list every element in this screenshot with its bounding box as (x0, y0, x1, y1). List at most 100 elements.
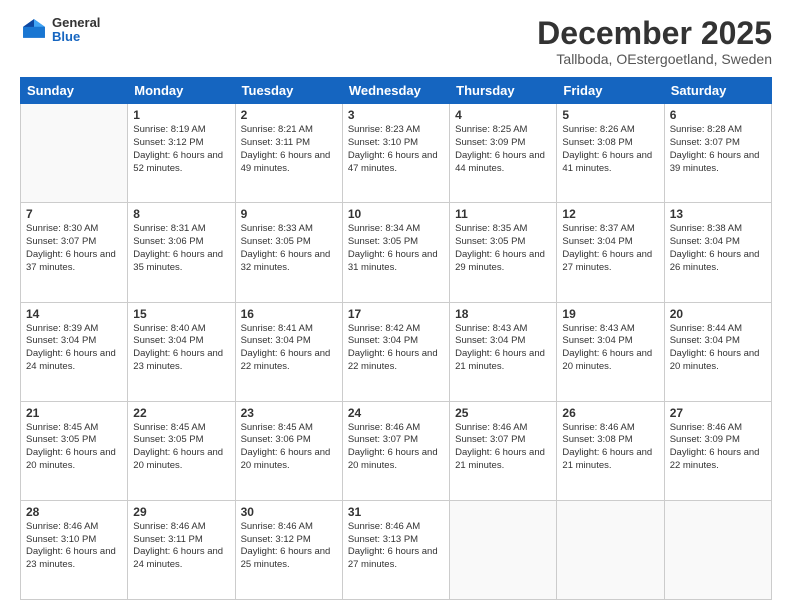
calendar-cell: 4 Sunrise: 8:25 AMSunset: 3:09 PMDaylight… (450, 104, 557, 203)
day-info: Sunrise: 8:19 AMSunset: 3:12 PMDaylight:… (133, 124, 223, 173)
day-info: Sunrise: 8:30 AMSunset: 3:07 PMDaylight:… (26, 223, 116, 272)
calendar-cell: 25 Sunrise: 8:46 AMSunset: 3:07 PMDayligh… (450, 401, 557, 500)
calendar-cell: 15 Sunrise: 8:40 AMSunset: 3:04 PMDayligh… (128, 302, 235, 401)
day-number: 7 (26, 207, 122, 221)
day-number: 6 (670, 108, 766, 122)
calendar-cell (557, 500, 664, 599)
calendar-cell: 16 Sunrise: 8:41 AMSunset: 3:04 PMDayligh… (235, 302, 342, 401)
day-info: Sunrise: 8:31 AMSunset: 3:06 PMDaylight:… (133, 223, 223, 272)
calendar-week-3: 14 Sunrise: 8:39 AMSunset: 3:04 PMDayligh… (21, 302, 772, 401)
calendar-cell: 6Sunrise: 8:28 AMSunset: 3:07 PMDaylight… (664, 104, 771, 203)
calendar-title: December 2025 (537, 16, 772, 51)
calendar-table: SundayMondayTuesdayWednesdayThursdayFrid… (20, 77, 772, 600)
day-info: Sunrise: 8:23 AMSunset: 3:10 PMDaylight:… (348, 124, 438, 173)
calendar-week-1: 1 Sunrise: 8:19 AMSunset: 3:12 PMDaylight… (21, 104, 772, 203)
day-number: 27 (670, 406, 766, 420)
weekday-header-tuesday: Tuesday (235, 78, 342, 104)
calendar-cell: 22 Sunrise: 8:45 AMSunset: 3:05 PMDayligh… (128, 401, 235, 500)
weekday-header-thursday: Thursday (450, 78, 557, 104)
day-number: 10 (348, 207, 444, 221)
day-number: 30 (241, 505, 337, 519)
day-info: Sunrise: 8:45 AMSunset: 3:05 PMDaylight:… (133, 422, 223, 471)
calendar-cell (450, 500, 557, 599)
calendar-cell: 30 Sunrise: 8:46 AMSunset: 3:12 PMDayligh… (235, 500, 342, 599)
calendar-cell: 13Sunrise: 8:38 AMSunset: 3:04 PMDayligh… (664, 203, 771, 302)
day-number: 29 (133, 505, 229, 519)
day-number: 28 (26, 505, 122, 519)
day-number: 17 (348, 307, 444, 321)
calendar-week-5: 28 Sunrise: 8:46 AMSunset: 3:10 PMDayligh… (21, 500, 772, 599)
calendar-cell: 27Sunrise: 8:46 AMSunset: 3:09 PMDayligh… (664, 401, 771, 500)
calendar-cell: 31Sunrise: 8:46 AMSunset: 3:13 PMDayligh… (342, 500, 449, 599)
day-number: 22 (133, 406, 229, 420)
calendar-cell: 18Sunrise: 8:43 AMSunset: 3:04 PMDayligh… (450, 302, 557, 401)
day-number: 26 (562, 406, 658, 420)
day-info: Sunrise: 8:34 AMSunset: 3:05 PMDaylight:… (348, 223, 438, 272)
calendar-cell: 21 Sunrise: 8:45 AMSunset: 3:05 PMDayligh… (21, 401, 128, 500)
day-number: 31 (348, 505, 444, 519)
header: General Blue December 2025 Tallboda, OEs… (20, 16, 772, 67)
calendar-subtitle: Tallboda, OEstergoetland, Sweden (537, 51, 772, 67)
weekday-header-friday: Friday (557, 78, 664, 104)
logo: General Blue (20, 16, 100, 45)
day-number: 1 (133, 108, 229, 122)
calendar-cell (21, 104, 128, 203)
day-info: Sunrise: 8:46 AMSunset: 3:10 PMDaylight:… (26, 521, 116, 570)
day-info: Sunrise: 8:45 AMSunset: 3:05 PMDaylight:… (26, 422, 116, 471)
calendar-cell: 17 Sunrise: 8:42 AMSunset: 3:04 PMDayligh… (342, 302, 449, 401)
day-number: 11 (455, 207, 551, 221)
calendar-cell: 5Sunrise: 8:26 AMSunset: 3:08 PMDaylight… (557, 104, 664, 203)
logo-general: General (52, 16, 100, 30)
day-number: 21 (26, 406, 122, 420)
calendar-cell: 11Sunrise: 8:35 AMSunset: 3:05 PMDayligh… (450, 203, 557, 302)
day-info: Sunrise: 8:43 AMSunset: 3:04 PMDaylight:… (562, 323, 652, 372)
day-info: Sunrise: 8:41 AMSunset: 3:04 PMDaylight:… (241, 323, 331, 372)
day-info: Sunrise: 8:44 AMSunset: 3:04 PMDaylight:… (670, 323, 760, 372)
weekday-header-row: SundayMondayTuesdayWednesdayThursdayFrid… (21, 78, 772, 104)
day-number: 14 (26, 307, 122, 321)
day-info: Sunrise: 8:39 AMSunset: 3:04 PMDaylight:… (26, 323, 116, 372)
day-info: Sunrise: 8:40 AMSunset: 3:04 PMDaylight:… (133, 323, 223, 372)
day-info: Sunrise: 8:25 AMSunset: 3:09 PMDaylight:… (455, 124, 545, 173)
day-number: 4 (455, 108, 551, 122)
weekday-header-sunday: Sunday (21, 78, 128, 104)
day-number: 2 (241, 108, 337, 122)
day-info: Sunrise: 8:26 AMSunset: 3:08 PMDaylight:… (562, 124, 652, 173)
day-info: Sunrise: 8:46 AMSunset: 3:07 PMDaylight:… (455, 422, 545, 471)
page: General Blue December 2025 Tallboda, OEs… (0, 0, 792, 612)
calendar-cell: 26Sunrise: 8:46 AMSunset: 3:08 PMDayligh… (557, 401, 664, 500)
weekday-header-wednesday: Wednesday (342, 78, 449, 104)
day-number: 3 (348, 108, 444, 122)
logo-icon (20, 16, 48, 44)
calendar-cell: 28 Sunrise: 8:46 AMSunset: 3:10 PMDayligh… (21, 500, 128, 599)
calendar-cell: 7 Sunrise: 8:30 AMSunset: 3:07 PMDaylight… (21, 203, 128, 302)
day-info: Sunrise: 8:21 AMSunset: 3:11 PMDaylight:… (241, 124, 331, 173)
calendar-cell: 19 Sunrise: 8:43 AMSunset: 3:04 PMDayligh… (557, 302, 664, 401)
weekday-header-saturday: Saturday (664, 78, 771, 104)
day-info: Sunrise: 8:46 AMSunset: 3:12 PMDaylight:… (241, 521, 331, 570)
day-number: 12 (562, 207, 658, 221)
weekday-header-monday: Monday (128, 78, 235, 104)
day-info: Sunrise: 8:37 AMSunset: 3:04 PMDaylight:… (562, 223, 652, 272)
day-number: 20 (670, 307, 766, 321)
day-info: Sunrise: 8:38 AMSunset: 3:04 PMDaylight:… (670, 223, 760, 272)
day-number: 25 (455, 406, 551, 420)
day-info: Sunrise: 8:33 AMSunset: 3:05 PMDaylight:… (241, 223, 331, 272)
title-block: December 2025 Tallboda, OEstergoetland, … (537, 16, 772, 67)
day-info: Sunrise: 8:46 AMSunset: 3:07 PMDaylight:… (348, 422, 438, 471)
day-number: 24 (348, 406, 444, 420)
calendar-cell: 9 Sunrise: 8:33 AMSunset: 3:05 PMDaylight… (235, 203, 342, 302)
day-number: 16 (241, 307, 337, 321)
calendar-week-4: 21 Sunrise: 8:45 AMSunset: 3:05 PMDayligh… (21, 401, 772, 500)
day-number: 15 (133, 307, 229, 321)
calendar-cell: 1 Sunrise: 8:19 AMSunset: 3:12 PMDaylight… (128, 104, 235, 203)
calendar-cell: 2 Sunrise: 8:21 AMSunset: 3:11 PMDaylight… (235, 104, 342, 203)
day-info: Sunrise: 8:42 AMSunset: 3:04 PMDaylight:… (348, 323, 438, 372)
day-info: Sunrise: 8:46 AMSunset: 3:11 PMDaylight:… (133, 521, 223, 570)
day-info: Sunrise: 8:45 AMSunset: 3:06 PMDaylight:… (241, 422, 331, 471)
calendar-cell: 14 Sunrise: 8:39 AMSunset: 3:04 PMDayligh… (21, 302, 128, 401)
day-number: 19 (562, 307, 658, 321)
day-number: 8 (133, 207, 229, 221)
day-number: 18 (455, 307, 551, 321)
day-number: 9 (241, 207, 337, 221)
